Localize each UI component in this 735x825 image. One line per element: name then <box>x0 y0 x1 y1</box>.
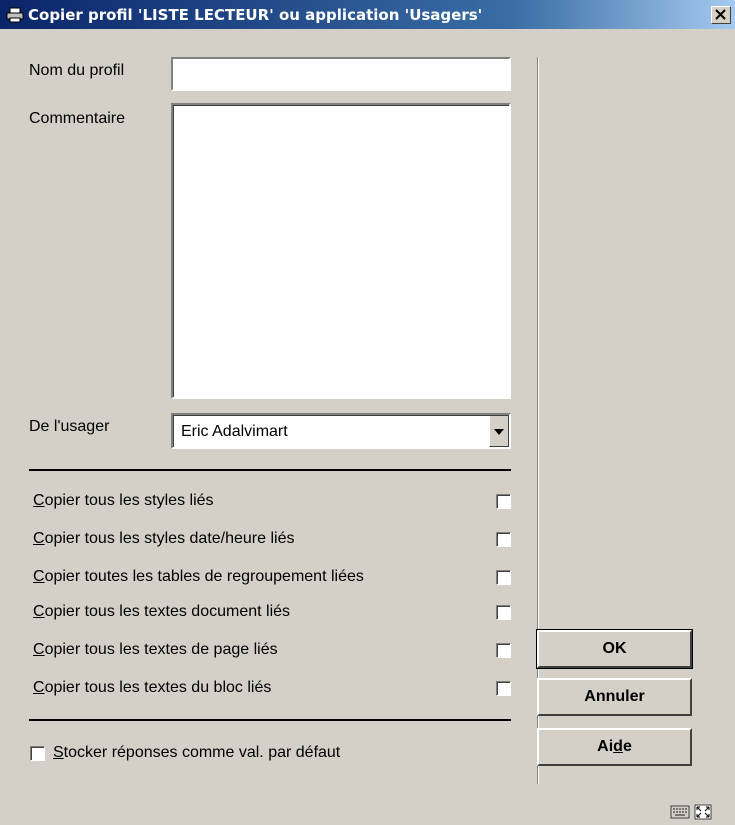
option-label-document-texts: Copier tous les textes document liés <box>33 603 291 620</box>
chevron-down-icon <box>494 429 504 435</box>
profile-name-label: Nom du profil <box>29 62 125 79</box>
user-label: De l'usager <box>29 418 110 435</box>
store-defaults-label: Stocker réponses comme val. par défaut <box>53 744 341 761</box>
user-select-value: Eric Adalvimart <box>181 423 288 440</box>
comment-label: Commentaire <box>29 110 126 127</box>
option-label-page-texts: Copier tous les textes de page liés <box>33 641 278 658</box>
option-checkbox-block-texts[interactable] <box>496 681 511 696</box>
option-label-block-texts: Copier tous les textes du bloc liés <box>33 679 272 696</box>
profile-name-field[interactable] <box>171 57 511 91</box>
resize-icon[interactable] <box>694 804 712 820</box>
dropdown-button[interactable] <box>489 415 509 447</box>
option-checkbox-document-texts[interactable] <box>496 605 511 620</box>
store-defaults-checkbox[interactable] <box>30 746 45 761</box>
keyboard-icon <box>670 805 690 819</box>
option-checkbox-page-texts[interactable] <box>496 643 511 658</box>
title-bar: Copier profil 'LISTE LECTEUR' ou applica… <box>0 0 735 29</box>
cancel-button[interactable]: Annuler <box>537 678 692 716</box>
option-label-grouping-tables: Copier toutes les tables de regroupement… <box>33 568 364 585</box>
option-checkbox-date-styles[interactable] <box>496 532 511 547</box>
option-label-date-styles: Copier tous les styles date/heure liés <box>33 530 295 547</box>
help-button[interactable]: Ai d e <box>537 728 692 766</box>
option-label-styles: Copier tous les styles liés <box>33 492 214 509</box>
separator-bottom <box>29 719 511 721</box>
close-button[interactable] <box>711 6 731 24</box>
close-icon <box>715 9 726 20</box>
comment-textarea[interactable] <box>171 103 511 399</box>
user-select[interactable]: Eric Adalvimart <box>171 413 511 449</box>
window-title: Copier profil 'LISTE LECTEUR' ou applica… <box>28 6 483 24</box>
printer-icon <box>6 7 24 23</box>
ok-button[interactable]: OK <box>536 629 693 669</box>
vertical-divider <box>537 57 539 784</box>
option-checkbox-grouping-tables[interactable] <box>496 570 511 585</box>
separator-top <box>29 469 511 471</box>
option-checkbox-styles[interactable] <box>496 494 511 509</box>
